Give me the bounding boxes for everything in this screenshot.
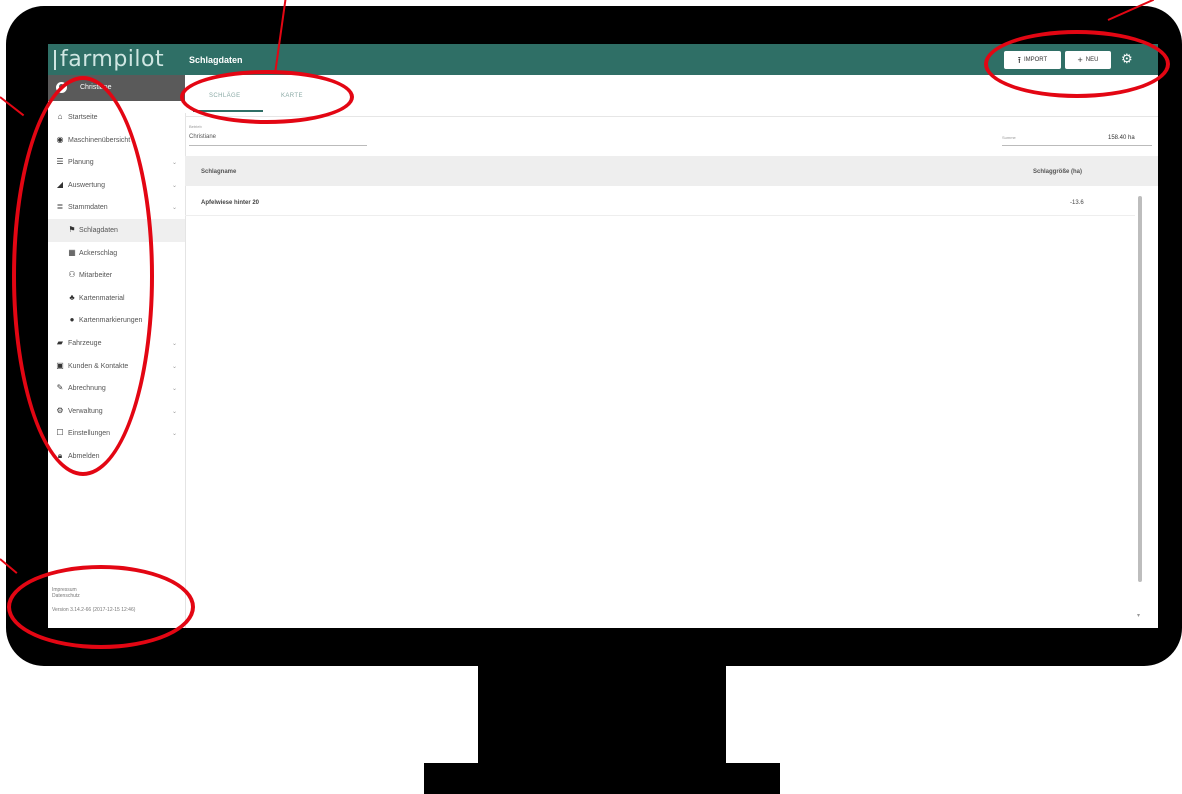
betrieb-field[interactable]: Christiane xyxy=(189,134,216,140)
chevron-down-icon[interactable]: ⌄ xyxy=(172,385,177,392)
tab-divider xyxy=(185,116,1158,117)
cell-schlagname: Apfelwiese hinter 20 xyxy=(201,200,260,206)
table-scrollbar[interactable] xyxy=(1138,196,1142,582)
chevron-down-icon[interactable]: ⌄ xyxy=(172,340,177,347)
page-title: Schlagdaten xyxy=(189,55,243,65)
betrieb-field-underline xyxy=(189,145,367,146)
summe-underline xyxy=(1002,145,1152,146)
chevron-down-icon[interactable]: ⌄ xyxy=(172,363,177,370)
logo-mark xyxy=(54,50,56,70)
table-header: Schlagname Schlaggröße (ha) xyxy=(185,156,1158,186)
app-screen: farmpilot Christiane ⌂ Startseite ◉ Maschin… xyxy=(48,44,1158,628)
annotation-ellipse-actions xyxy=(984,30,1170,98)
table-row[interactable]: Apfelwiese hinter 20 -13.6 xyxy=(185,193,1135,216)
column-header-schlagname[interactable]: Schlagname xyxy=(201,169,236,175)
betrieb-field-label: Betrieb xyxy=(189,124,202,129)
scroll-down-icon[interactable]: ▾ xyxy=(1137,612,1140,619)
annotation-ellipse-footer xyxy=(7,565,195,649)
monitor-stand-neck xyxy=(478,665,726,767)
logo-text: farmpilot xyxy=(60,47,165,72)
annotation-ellipse-tabs xyxy=(180,70,354,124)
monitor-frame: farmpilot Christiane ⌂ Startseite ◉ Maschin… xyxy=(0,0,1182,794)
chevron-down-icon[interactable]: ⌄ xyxy=(172,430,177,437)
column-header-schlaggroesse[interactable]: Schlaggröße (ha) xyxy=(1033,169,1082,175)
chevron-down-icon[interactable]: ⌄ xyxy=(172,159,177,166)
logo[interactable]: farmpilot xyxy=(48,44,185,75)
chevron-down-icon[interactable]: ⌄ xyxy=(172,204,177,211)
chevron-down-icon[interactable]: ⌄ xyxy=(172,408,177,415)
monitor-stand-base xyxy=(424,763,780,794)
annotation-ellipse-sidebar xyxy=(12,76,154,476)
summe-label: Summe xyxy=(1002,135,1016,140)
chevron-down-icon[interactable]: ⌄ xyxy=(172,182,177,189)
cell-schlaggroesse: -13.6 xyxy=(1070,200,1084,206)
summe-value: 158.40 ha xyxy=(1108,135,1135,141)
